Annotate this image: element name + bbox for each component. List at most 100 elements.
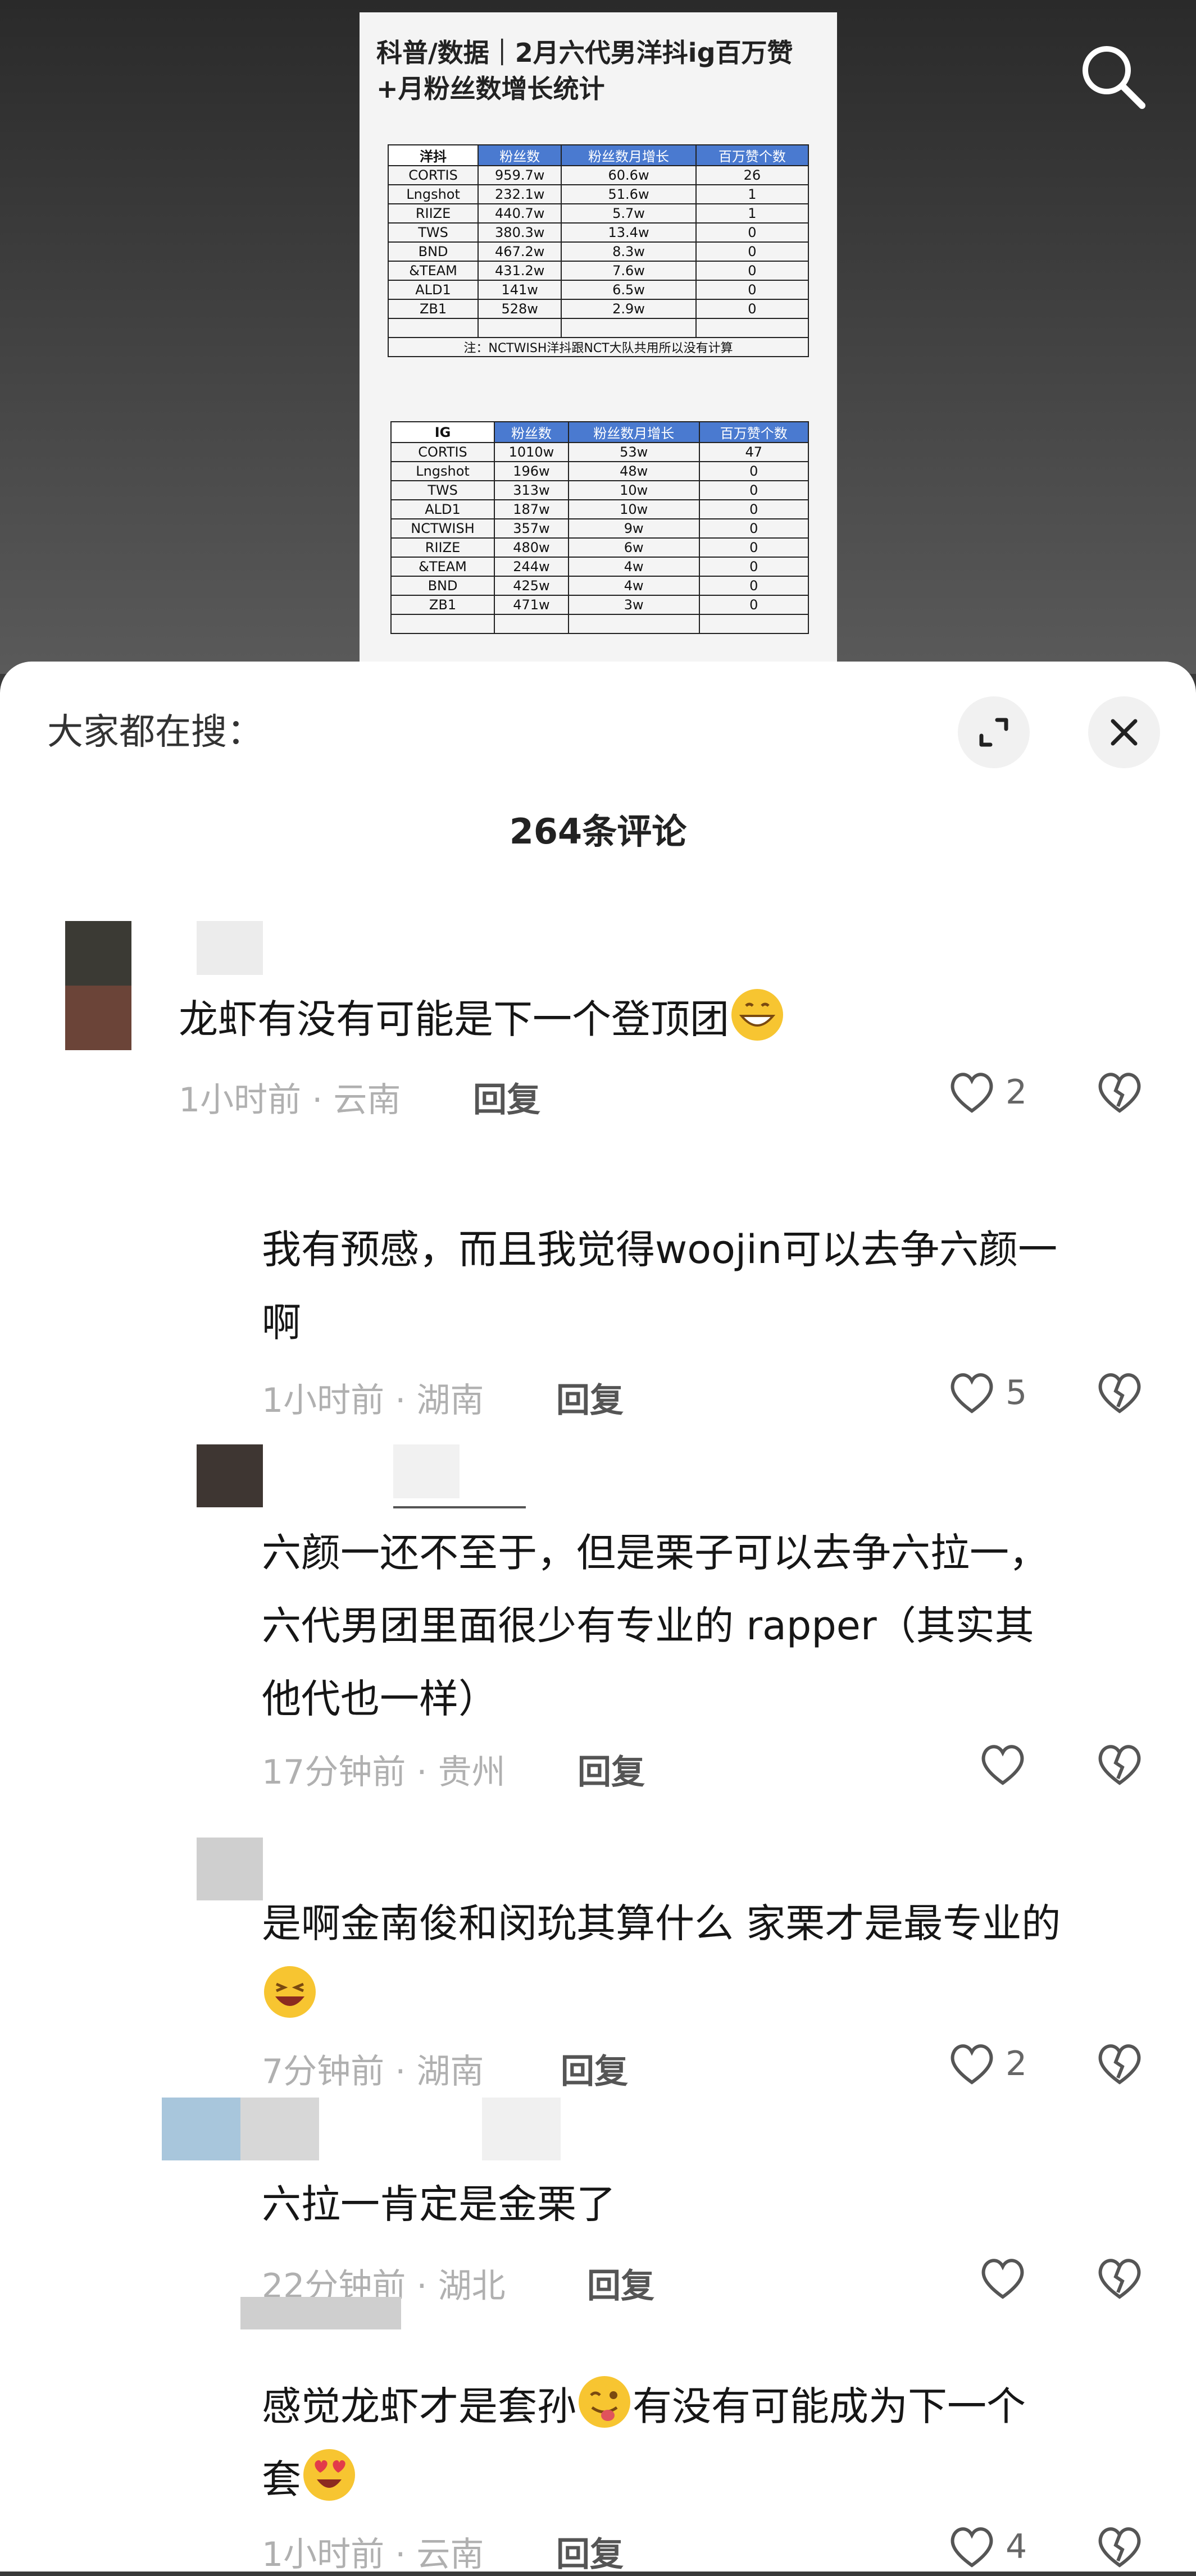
avatar[interactable] — [240, 2297, 401, 2329]
comment-text: 我有预感，而且我觉得woojin可以去争六颜一 啊 — [262, 1213, 1057, 1359]
comment-line: 六代男团里面很少有专业的 rapper（其实其 — [262, 1603, 1034, 1649]
like-count: 5 — [1006, 1373, 1027, 1412]
reply-button[interactable]: 回复 — [473, 1073, 540, 1121]
broken-heart-icon[interactable] — [1094, 1738, 1145, 1789]
table-cell: TWS — [387, 222, 479, 243]
broken-heart-icon[interactable] — [1094, 2037, 1145, 2088]
broken-heart-icon[interactable] — [1094, 1366, 1145, 1417]
table-cell: 1010w — [494, 442, 569, 462]
heart-icon[interactable] — [947, 2037, 997, 2088]
table-cell: 8.3w — [561, 241, 697, 262]
reply-button[interactable]: 回复 — [587, 2259, 654, 2308]
comment-meta: 1小时前 · 云南 — [262, 2535, 484, 2574]
table-row: BND 425w 4w 0 — [390, 576, 810, 596]
table-cell — [698, 614, 810, 634]
like-count: 2 — [1006, 1073, 1027, 1112]
table-row: CORTIS 1010w 53w 47 — [390, 442, 810, 462]
table-cell: 48w — [567, 461, 700, 481]
table-cell: 60.6w — [561, 165, 697, 185]
table-cell: 357w — [494, 518, 569, 539]
table-cell: 6w — [567, 537, 700, 558]
table-cell: 6.5w — [561, 280, 697, 300]
reply-button[interactable]: 回复 — [561, 2044, 628, 2093]
table-cell: 0 — [695, 241, 810, 262]
avatar[interactable] — [197, 1838, 263, 1900]
avatar[interactable] — [65, 921, 131, 1050]
poster-title-line2: +月粉丝数增长统计 — [376, 74, 605, 104]
table-cell: RIIZE — [387, 203, 479, 224]
table-row: Lngshot 232.1w 51.6w 1 — [387, 184, 810, 204]
table-cell: ALD1 — [387, 280, 479, 300]
table-cell: 0 — [698, 461, 810, 481]
comment-line: 他代也一样） — [262, 1676, 498, 1722]
table-cell: 471w — [494, 595, 569, 615]
table-cell: &TEAM — [390, 557, 495, 577]
table-row: NCTWISH 357w 9w 0 — [390, 518, 810, 539]
avatar[interactable] — [197, 1444, 263, 1507]
table-cell: 47 — [698, 442, 810, 462]
table-cell — [567, 614, 700, 634]
table-cell: 141w — [478, 280, 562, 300]
table-cell: 10w — [567, 480, 700, 500]
reply-button[interactable]: 回复 — [556, 2527, 624, 2576]
comment-text: 是啊金南俊和闵玧其算什么 家栗才是最专业的 — [262, 1887, 1061, 2033]
comment-line: 是啊金南俊和闵玧其算什么 家栗才是最专业的 — [262, 1900, 1061, 1946]
table-cell — [390, 614, 495, 634]
broken-heart-icon[interactable] — [1094, 1066, 1145, 1116]
table-cell — [387, 318, 479, 338]
table-cell: 196w — [494, 461, 569, 481]
table-cell: ALD1 — [390, 499, 495, 519]
table-cell: ZB1 — [387, 299, 479, 319]
table-cell: 0 — [695, 280, 810, 300]
broken-heart-icon[interactable] — [1094, 2252, 1145, 2303]
trending-search-label[interactable]: 大家都在搜： — [47, 703, 263, 755]
table-row: BND 467.2w 8.3w 0 — [387, 241, 810, 262]
table-cell: 528w — [478, 299, 562, 319]
heart-icon[interactable] — [947, 2520, 997, 2571]
comment-text: 六颜一还不至于，但是栗子可以去争六拉一， 六代男团里面很少有专业的 rapper… — [262, 1516, 1048, 1735]
poster-title-line1: 科普/数据｜2月六代男洋抖ig百万赞 — [376, 38, 793, 68]
broken-heart-icon[interactable] — [1094, 2520, 1145, 2571]
table-row: ALD1 141w 6.5w 0 — [387, 280, 810, 300]
instagram-followers-table: IG 粉丝数 粉丝数月增长 百万赞个数 CORTIS 1010w 53w 47 Lngshot… — [390, 421, 810, 634]
comment-meta: 17分钟前 · 贵州 — [262, 1753, 506, 1792]
table-cell: 51.6w — [561, 184, 697, 204]
table-cell: &TEAM — [387, 261, 479, 281]
heart-icon[interactable] — [947, 1366, 997, 1417]
table-cell — [561, 318, 697, 338]
heart-icon[interactable] — [977, 1738, 1028, 1789]
reply-button[interactable]: 回复 — [577, 1745, 645, 1794]
comment-line: 套 — [262, 2443, 1026, 2516]
table-row: RIIZE 480w 6w 0 — [390, 537, 810, 558]
like-count: 2 — [1006, 2044, 1027, 2083]
laughing-emoji-icon — [264, 1966, 316, 2018]
username[interactable] — [197, 921, 263, 975]
table-cell — [695, 318, 810, 338]
table-cell: 26 — [695, 165, 810, 185]
comment-meta: 1小时前 · 云南 — [179, 1080, 401, 1120]
video-poster: 科普/数据｜2月六代男洋抖ig百万赞 +月粉丝数增长统计 洋抖 粉丝数 粉丝数月增长… — [360, 12, 837, 664]
heart-icon[interactable] — [977, 2252, 1028, 2303]
table-row: ALD1 187w 10w 0 — [390, 499, 810, 519]
table-cell: NCTWISH — [390, 518, 495, 539]
comment-line — [262, 1960, 1061, 2033]
expand-button[interactable] — [958, 696, 1030, 768]
table-cell: 7.6w — [561, 261, 697, 281]
close-button[interactable] — [1088, 696, 1160, 768]
username[interactable] — [482, 2098, 561, 2160]
avatar[interactable] — [162, 2098, 240, 2160]
username[interactable] — [240, 2098, 319, 2160]
table-header-cell: 粉丝数 — [478, 144, 562, 166]
username[interactable] — [393, 1444, 460, 1498]
search-icon[interactable] — [1076, 39, 1149, 112]
table-cell — [494, 614, 569, 634]
heart-icon[interactable] — [947, 1066, 997, 1116]
table-cell: 10w — [567, 499, 700, 519]
table-row: &TEAM 431.2w 7.6w 0 — [387, 261, 810, 281]
table-cell: 4w — [567, 576, 700, 596]
table-header-cell: 百万赞个数 — [698, 421, 810, 443]
reply-button[interactable]: 回复 — [556, 1373, 624, 1422]
table-cell: 0 — [698, 480, 810, 500]
table-row: Lngshot 196w 48w 0 — [390, 461, 810, 481]
comment-count: 264条评论 — [509, 811, 687, 852]
